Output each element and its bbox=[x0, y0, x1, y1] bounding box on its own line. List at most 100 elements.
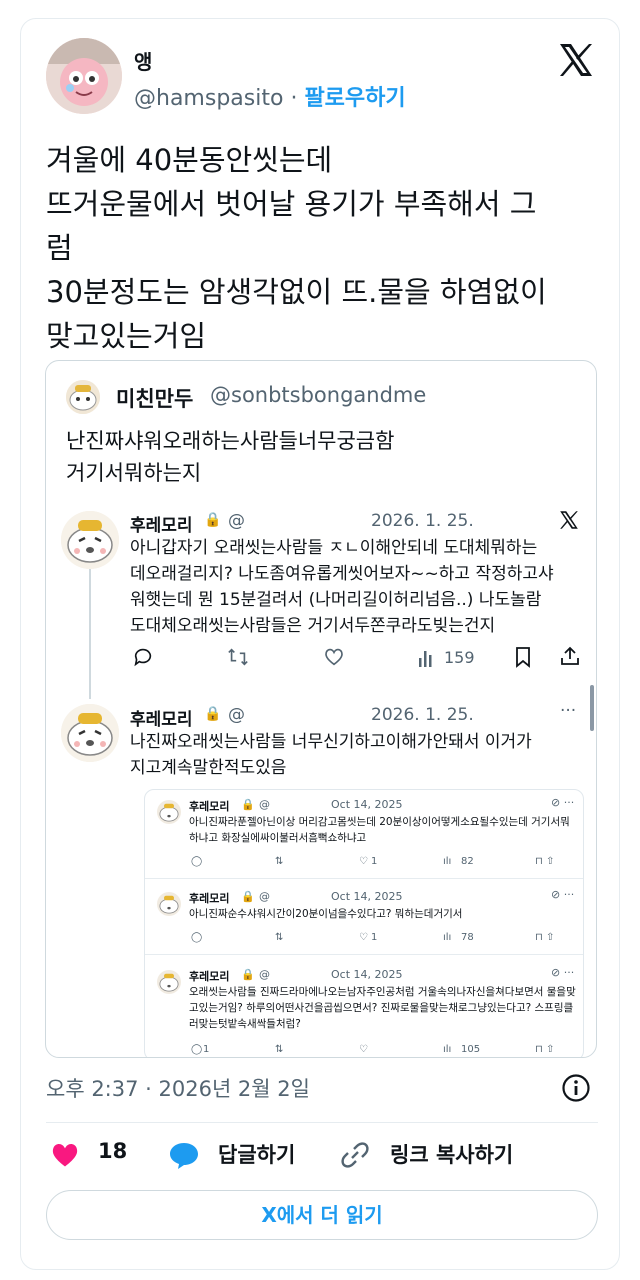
tweet-line: 맞고있는거임 bbox=[46, 319, 207, 353]
scrollbar[interactable] bbox=[590, 685, 594, 731]
retweet-icon[interactable] bbox=[226, 646, 250, 668]
screenshot-line: 아니진짜순수샤워시간이20분이넘을수있다고? 뭐하는데거기서 bbox=[189, 908, 463, 920]
quote-line: 거기서뭐하는지 bbox=[66, 461, 202, 485]
x-logo-icon[interactable] bbox=[556, 40, 596, 80]
screenshot-avatar bbox=[157, 800, 181, 824]
screenshot-line: 오래씻는사람들 진짜드라마에나오는남자주인공처럼 거울속의나자신을쳐다보면서 물… bbox=[189, 986, 576, 998]
screenshot-bookmark-icon: ⊓ ⇧ bbox=[535, 932, 555, 943]
footer-divider bbox=[46, 1122, 598, 1123]
views-icon[interactable] bbox=[417, 648, 437, 668]
lock-icon: 🔒 bbox=[204, 706, 222, 722]
grok-icon: ⊘ ··· bbox=[551, 888, 575, 901]
thread-connector bbox=[89, 569, 91, 699]
post-line: 지고계속말한적도있음 bbox=[130, 758, 287, 778]
post-line: 도대체오래씻는사람들은 거기서두쫀쿠라도빚는건지 bbox=[130, 616, 496, 636]
reply-bubble-icon[interactable] bbox=[168, 1140, 200, 1170]
post-author-name[interactable]: 후레모리 bbox=[130, 705, 193, 730]
info-icon[interactable] bbox=[561, 1073, 591, 1103]
screenshot-divider bbox=[145, 878, 583, 879]
screenshot-date: Oct 14, 2025 bbox=[331, 890, 403, 903]
screenshot-reply-icon: ◯ bbox=[191, 1044, 203, 1055]
screenshot-author: 후레모리 bbox=[189, 800, 230, 813]
follow-button[interactable]: 팔로우하기 bbox=[304, 86, 405, 111]
quote-author-handle[interactable]: @sonbtsbongandme bbox=[210, 383, 426, 407]
author-name[interactable]: 앵 bbox=[134, 46, 152, 75]
screenshot-body: 아니진짜순수샤워시간이20분이넘을수있다고? 뭐하는데거기서 bbox=[189, 906, 462, 922]
screenshot-author: 후레모리 bbox=[189, 892, 230, 905]
screenshot-views-icon: ılı bbox=[443, 1044, 452, 1055]
read-more-button[interactable]: X에서 더 읽기 bbox=[46, 1190, 598, 1240]
screenshot-like-count: 1 bbox=[371, 932, 378, 943]
embedded-screenshot: 후레모리 🔒 @ Oct 14, 2025 ⊘ ··· 아니진짜라푼젤아닌이상 … bbox=[144, 789, 584, 1057]
tweet-line: 겨울에 40분동안씻는데 bbox=[46, 143, 333, 177]
post-date: 2026. 1. 25. bbox=[371, 511, 474, 531]
post-date: 2026. 1. 25. bbox=[371, 705, 474, 725]
screenshot-avatar bbox=[157, 892, 181, 916]
like-count: 18 bbox=[98, 1139, 128, 1163]
views-count: 159 bbox=[444, 648, 475, 667]
tweet-line: 럼 bbox=[46, 231, 73, 265]
more-options-icon[interactable]: ··· bbox=[560, 701, 576, 721]
dumpling-avatar-icon bbox=[66, 380, 100, 414]
post-author-handle[interactable]: @ bbox=[228, 511, 245, 531]
screenshot-retweet-icon: ⇅ bbox=[275, 1044, 284, 1055]
bookmark-icon[interactable] bbox=[513, 646, 533, 668]
quote-author-name[interactable]: 미친만두 bbox=[116, 383, 193, 413]
screenshot-handle: @ bbox=[259, 798, 270, 811]
screenshot-reply-icon: ◯ bbox=[191, 856, 203, 867]
hamster-avatar-icon bbox=[159, 895, 179, 914]
x-logo-icon bbox=[560, 511, 578, 529]
separator-dot: · bbox=[290, 86, 298, 111]
screenshot-reply-count: 1 bbox=[203, 1044, 210, 1055]
grok-icon: ⊘ ··· bbox=[551, 796, 575, 809]
screenshot-views-count: 105 bbox=[461, 1044, 481, 1055]
copy-link-button[interactable]: 링크 복사하기 bbox=[390, 1139, 513, 1169]
screenshot-retweet-icon: ⇅ bbox=[275, 932, 284, 943]
screenshot-body: 아니진짜라푼젤아닌이상 머리감고몸씻는데 20분이상이어떻게소요될수있는데 거기… bbox=[189, 814, 570, 846]
heart-icon[interactable] bbox=[50, 1140, 80, 1168]
screenshot-bookmark-icon: ⊓ ⇧ bbox=[535, 1044, 555, 1055]
screenshot-handle: @ bbox=[259, 968, 270, 981]
author-avatar[interactable] bbox=[46, 38, 122, 114]
author-handle-line: @hamspasito · 팔로우하기 bbox=[134, 80, 406, 112]
post-avatar[interactable] bbox=[61, 704, 119, 762]
hamster-avatar-icon bbox=[159, 973, 179, 992]
screenshot-views-count: 78 bbox=[461, 932, 474, 943]
share-icon[interactable] bbox=[559, 645, 581, 667]
screenshot-author: 후레모리 bbox=[189, 970, 230, 983]
like-icon[interactable] bbox=[322, 646, 346, 668]
screenshot-reply-icon: ◯ bbox=[191, 932, 203, 943]
screenshot-views-icon: ılı bbox=[443, 856, 452, 867]
screenshot-retweet-icon: ⇅ bbox=[275, 856, 284, 867]
post-body: 나진짜오래씻는사람들 너무신기하고이해가안돼서 이거가 지고계속말한적도있음 bbox=[130, 729, 532, 781]
tweet-line: 뜨거운물에서 벗어날 용기가 부족해서 그 bbox=[46, 187, 537, 221]
post-line: 데오래걸리지? 나도좀여유롭게씻어보자~~하고 작정하고샤 bbox=[130, 564, 554, 584]
link-icon[interactable] bbox=[340, 1140, 370, 1170]
post-author-name[interactable]: 후레모리 bbox=[130, 511, 193, 536]
hamster-avatar-icon bbox=[61, 704, 119, 762]
lock-icon: 🔒 bbox=[241, 890, 255, 903]
tweet-timestamp[interactable]: 오후 2:37 · 2026년 2월 2일 bbox=[46, 1073, 310, 1103]
lock-icon: 🔒 bbox=[241, 968, 255, 981]
post-line: 워햇는데 뭔 15분걸려서 (나머리길이허리넘음..) 나도놀람 bbox=[130, 590, 542, 610]
reply-button[interactable]: 답글하기 bbox=[218, 1139, 295, 1169]
screenshot-like-icon: ♡ bbox=[359, 856, 368, 867]
screenshot-line: 하냐고 화장실에싸이불러서흠뻑쇼하냐고 bbox=[189, 832, 367, 844]
quote-avatar[interactable] bbox=[66, 380, 100, 414]
reply-icon[interactable] bbox=[132, 646, 154, 668]
screenshot-like-icon: ♡ bbox=[359, 932, 368, 943]
screenshot-avatar bbox=[157, 970, 181, 994]
screenshot-like-count: 1 bbox=[371, 856, 378, 867]
screenshot-line: 고있는거임? 하루의어떤사건을곱씹으면서? 진짜로물을맞는채로그냥있는다고? 스… bbox=[189, 1002, 574, 1014]
tweet-text: 겨울에 40분동안씻는데 뜨거운물에서 벗어날 용기가 부족해서 그 럼 30분… bbox=[46, 138, 606, 358]
author-handle[interactable]: @hamspasito bbox=[134, 86, 283, 111]
screenshot-line: 러맞는텃밭속새싹들처럼? bbox=[189, 1018, 301, 1030]
quoted-tweet[interactable]: 미친만두 @sonbtsbongandme 난진짜샤워오래하는사람들너무궁금함 … bbox=[45, 360, 597, 1058]
lock-icon: 🔒 bbox=[204, 512, 222, 528]
post-avatar[interactable] bbox=[61, 511, 119, 569]
post-author-handle[interactable]: @ bbox=[228, 705, 245, 725]
screenshot-bookmark-icon: ⊓ ⇧ bbox=[535, 856, 555, 867]
screenshot-views-icon: ılı bbox=[443, 932, 452, 943]
screenshot-body: 오래씻는사람들 진짜드라마에나오는남자주인공처럼 거울속의나자신을쳐다보면서 물… bbox=[189, 984, 576, 1032]
screenshot-handle: @ bbox=[259, 890, 270, 903]
